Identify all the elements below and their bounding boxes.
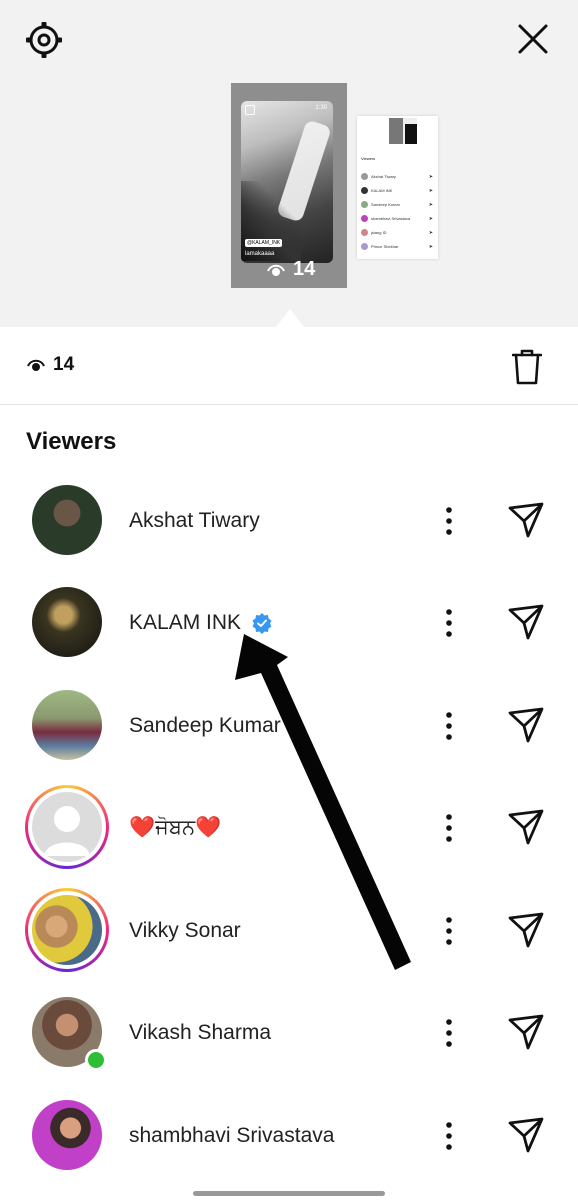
mini-viewers-title: Viewers	[361, 156, 376, 161]
more-vertical-icon[interactable]	[441, 711, 457, 741]
mini-viewer-row: jsiang ID ➤	[361, 228, 435, 237]
viewer-row[interactable]: Akshat Tiwary	[0, 469, 578, 571]
more-vertical-icon[interactable]	[441, 608, 457, 638]
more-vertical-icon[interactable]	[441, 813, 457, 843]
story-mention-tag: @KALAM_INK	[245, 239, 283, 247]
send-icon[interactable]	[506, 910, 546, 950]
close-icon	[518, 24, 548, 54]
viewer-name[interactable]: Vikash Sharma	[129, 1021, 271, 1045]
send-icon[interactable]	[506, 705, 546, 745]
viewer-row[interactable]: ❤️ਜੋਬਨ❤️	[0, 776, 578, 878]
mini-viewer-row: KALAM INK ➤	[361, 186, 435, 195]
avatar[interactable]	[32, 1100, 102, 1170]
story-photo: 1:30 @KALAM_INK lamakaaaa	[241, 101, 333, 263]
viewer-name-group[interactable]: KALAM INK	[129, 611, 273, 635]
close-button[interactable]	[512, 18, 554, 60]
viewer-name[interactable]: Vikky Sonar	[129, 919, 241, 943]
send-icon[interactable]	[506, 1115, 546, 1155]
viewers-heading: Viewers	[26, 428, 117, 455]
mini-viewer-row: shambhavi Srivastava ➤	[361, 214, 435, 223]
eye-icon	[267, 264, 285, 276]
send-icon[interactable]	[506, 500, 546, 540]
mini-viewer-row: Akshat Tiwary ➤	[361, 172, 435, 181]
send-icon[interactable]	[506, 807, 546, 847]
story-username: lamakaaaa	[245, 251, 275, 257]
viewer-name[interactable]: shambhavi Srivastava	[129, 1124, 334, 1148]
avatar[interactable]	[32, 690, 102, 760]
delete-story-button[interactable]	[505, 345, 549, 389]
more-vertical-icon[interactable]	[441, 506, 457, 536]
viewer-name[interactable]: ❤️ਜੋਬਨ❤️	[129, 816, 221, 840]
mini-viewer-row: Prince Shekhar ➤	[361, 242, 435, 251]
viewer-row[interactable]: Sandeep Kumar	[0, 674, 578, 776]
viewer-name[interactable]: Sandeep Kumar	[129, 714, 281, 738]
avatar[interactable]	[32, 587, 102, 657]
more-vertical-icon[interactable]	[441, 916, 457, 946]
viewer-name[interactable]: KALAM INK	[129, 611, 241, 634]
gear-icon	[26, 22, 62, 58]
more-vertical-icon[interactable]	[441, 1018, 457, 1048]
avatar[interactable]	[32, 895, 102, 965]
viewer-row[interactable]: shambhavi Srivastava	[0, 1084, 578, 1186]
online-status-indicator	[85, 1049, 107, 1071]
story-thumbnail[interactable]: 1:30 @KALAM_INK lamakaaaa 14	[231, 83, 347, 288]
selected-story-pointer	[276, 309, 304, 327]
trash-icon	[512, 349, 542, 385]
viewer-row[interactable]: Vikash Sharma	[0, 981, 578, 1083]
verified-badge-icon	[252, 613, 272, 635]
viewer-name[interactable]: Akshat Tiwary	[129, 509, 260, 533]
view-count: 14	[27, 354, 74, 376]
send-icon[interactable]	[506, 1012, 546, 1052]
camera-icon	[245, 105, 255, 115]
stats-bar: 14	[0, 327, 578, 405]
avatar[interactable]	[32, 485, 102, 555]
story-view-count: 14	[267, 258, 315, 281]
settings-button[interactable]	[22, 18, 66, 62]
viewer-row[interactable]: KALAM INK	[0, 571, 578, 673]
eye-icon	[27, 359, 45, 371]
story-views-number: 14	[293, 258, 316, 280]
story-time: 1:30	[315, 105, 327, 111]
story-preview-area: 1:30 @KALAM_INK lamakaaaa 14 Viewers Aks…	[0, 0, 578, 327]
send-icon[interactable]	[506, 602, 546, 642]
next-story-thumbnail[interactable]: Viewers Akshat Tiwary ➤ KALAM INK ➤ Sandee…	[357, 116, 438, 259]
viewer-row[interactable]: Vikky Sonar	[0, 879, 578, 981]
view-count-number: 14	[53, 354, 75, 375]
home-indicator[interactable]	[193, 1191, 385, 1196]
more-vertical-icon[interactable]	[441, 1121, 457, 1151]
mini-viewer-row: Sandeep Kumar ➤	[361, 200, 435, 209]
default-avatar-icon[interactable]	[32, 792, 102, 862]
